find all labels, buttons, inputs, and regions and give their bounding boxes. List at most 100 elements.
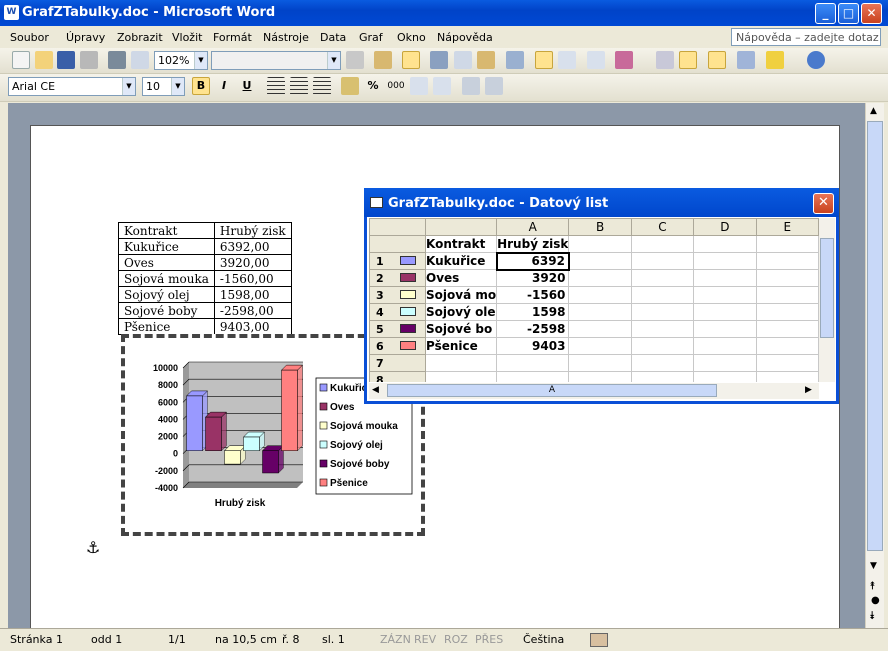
cell-value[interactable]: 9403 [496, 337, 570, 355]
grid-cell[interactable] [630, 371, 695, 382]
cell-value[interactable]: 6392 [495, 251, 570, 271]
cell-contract[interactable]: Sojové bo [424, 320, 498, 338]
row-header-blank[interactable] [369, 235, 426, 253]
permission-icon[interactable] [80, 51, 98, 69]
save-icon[interactable] [57, 51, 75, 69]
copy-icon[interactable] [454, 51, 472, 69]
grid-cell[interactable] [693, 354, 757, 372]
column-header-a[interactable]: A [496, 218, 570, 236]
import-file-icon[interactable] [374, 51, 392, 69]
grid-cell[interactable] [568, 337, 632, 355]
select-browse-object-icon[interactable]: ● [871, 595, 880, 606]
grid-cell[interactable] [693, 269, 757, 287]
by-column-icon[interactable] [558, 51, 576, 69]
row-header[interactable]: 4 [369, 303, 426, 321]
undo-icon[interactable] [506, 51, 524, 69]
cell-value[interactable]: 3920 [496, 269, 570, 287]
angle-up-icon[interactable] [485, 77, 503, 95]
cell-header-kontrakt[interactable]: Kontrakt [424, 235, 498, 253]
grid-cell[interactable] [693, 252, 757, 270]
help-icon[interactable] [807, 51, 825, 69]
maximize-button[interactable]: □ [838, 3, 859, 24]
grid-cell[interactable] [568, 371, 632, 382]
comma-style-button[interactable]: 000 [387, 77, 405, 95]
paste-icon[interactable] [477, 51, 495, 69]
datasheet-grid[interactable]: A B C D E Kontrakt Hrubý zisk 1 Kukuřice 6… [369, 218, 819, 382]
percent-style-button[interactable]: % [364, 77, 382, 95]
menu-zobrazit[interactable]: Zobrazit [117, 31, 163, 44]
grid-cell[interactable] [755, 252, 819, 270]
cell-value[interactable] [496, 371, 570, 382]
format-object-icon[interactable] [346, 51, 364, 69]
new-document-icon[interactable] [12, 51, 30, 69]
next-page-icon[interactable]: ⯯ [869, 609, 876, 623]
datasheet-vscroll-thumb[interactable] [820, 238, 834, 338]
grid-cell[interactable] [755, 269, 819, 287]
cell-value[interactable]: -1560 [496, 286, 570, 304]
currency-style-icon[interactable] [341, 77, 359, 95]
grid-cell[interactable] [630, 252, 695, 270]
grid-cell[interactable] [755, 337, 819, 355]
menu-soubor[interactable]: Soubor [10, 31, 49, 44]
increase-decimal-icon[interactable] [410, 77, 428, 95]
spelling-status-icon[interactable] [590, 633, 608, 647]
status-record[interactable]: ZÁZN [380, 633, 411, 646]
grid-cell[interactable] [568, 320, 632, 338]
cell-contract[interactable] [424, 354, 498, 372]
column-header-d[interactable]: D [693, 218, 757, 236]
grid-cell[interactable] [630, 320, 695, 338]
cell-header-hruby-zisk[interactable]: Hrubý zisk [496, 235, 570, 253]
row-header[interactable]: 5 [369, 320, 426, 338]
grid-cell[interactable] [693, 320, 757, 338]
status-extend[interactable]: ROZ [444, 633, 468, 646]
grid-cell[interactable] [630, 286, 695, 304]
cell-contract[interactable]: Sojová mo [424, 286, 498, 304]
row-header[interactable]: 8 [369, 371, 426, 382]
italic-button[interactable]: I [215, 77, 233, 95]
print-icon[interactable] [108, 51, 126, 69]
datasheet-hscroll-thumb[interactable]: A [387, 384, 717, 397]
grid-cell[interactable] [693, 371, 757, 382]
grid-cell[interactable] [755, 371, 819, 382]
grid-cell[interactable] [568, 235, 632, 253]
menu-napoveda[interactable]: Nápověda [437, 31, 493, 44]
cell-value[interactable]: -2598 [496, 320, 570, 338]
grid-cell[interactable] [693, 286, 757, 304]
font-name-select[interactable]: Arial CE ▼ [8, 77, 136, 96]
data-table-icon[interactable] [587, 51, 605, 69]
align-center-icon[interactable] [290, 77, 308, 95]
cell-contract[interactable]: Pšenice [424, 337, 498, 355]
cell-contract[interactable] [424, 371, 498, 382]
column-header-b[interactable]: B [568, 218, 632, 236]
align-left-icon[interactable] [267, 77, 285, 95]
chart-type-icon[interactable] [615, 51, 633, 69]
datasheet-vscroll[interactable] [819, 218, 835, 382]
menu-vlozit[interactable]: Vložit [172, 31, 202, 44]
status-revisions[interactable]: REV [414, 633, 436, 646]
minimize-button[interactable]: _ [815, 3, 836, 24]
grid-cell[interactable] [693, 337, 757, 355]
bold-button[interactable]: B [192, 77, 210, 95]
previous-page-icon[interactable]: ⯭ [869, 579, 876, 593]
grid-cell[interactable] [693, 235, 757, 253]
grid-cell[interactable] [630, 269, 695, 287]
grid-cell[interactable] [568, 286, 632, 304]
by-row-icon[interactable] [535, 51, 553, 69]
grid-cell[interactable] [568, 303, 632, 321]
drawing-icon[interactable] [737, 51, 755, 69]
grid-cell[interactable] [755, 286, 819, 304]
row-header[interactable]: 3 [369, 286, 426, 304]
view-datasheet-icon[interactable] [402, 51, 420, 69]
status-overtype[interactable]: PŘES [475, 633, 503, 646]
grid-cell[interactable] [755, 303, 819, 321]
grid-cell[interactable] [630, 235, 695, 253]
grid-cell[interactable] [568, 354, 632, 372]
font-size-select[interactable]: 10 ▼ [142, 77, 185, 96]
cell-value[interactable]: 1598 [496, 303, 570, 321]
menu-graf[interactable]: Graf [359, 31, 383, 44]
row-header[interactable]: 7 [369, 354, 426, 372]
fill-color-icon[interactable] [766, 51, 784, 69]
help-search-input[interactable]: Nápověda – zadejte dotaz [731, 28, 881, 46]
cell-contract[interactable]: Sojový ole [424, 303, 498, 321]
grid-cell[interactable] [630, 303, 695, 321]
